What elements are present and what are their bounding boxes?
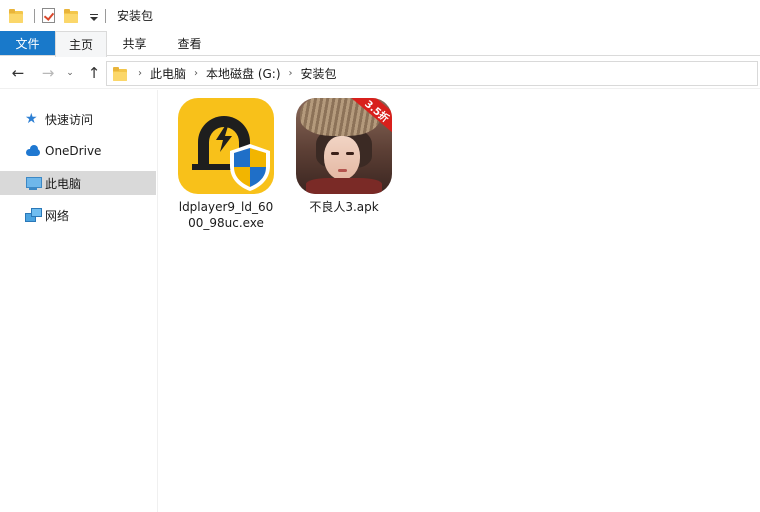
back-arrow-icon[interactable]: ← — [7, 57, 29, 89]
ribbon-tabs: 文件 主页 共享 查看 — [0, 31, 760, 57]
file-name: ldplayer9_ld_6000_98uc.exe — [178, 200, 274, 230]
sidebar-item-label: 快速访问 — [45, 112, 94, 127]
ldplayer-app-icon — [178, 98, 274, 194]
new-folder-icon[interactable] — [64, 8, 80, 23]
customize-toolbar-icon[interactable] — [88, 9, 100, 23]
toolbar-separator — [105, 8, 106, 23]
forward-arrow-icon[interactable]: → — [37, 57, 59, 89]
sidebar-item-quick-access[interactable]: ★ 快速访问 — [0, 107, 156, 131]
cloud-icon — [25, 143, 41, 159]
sidebar-item-network[interactable]: 网络 — [0, 203, 156, 227]
navigation-pane: ★ 快速访问 OneDrive 此电脑 网络 — [0, 90, 158, 512]
sidebar-item-label: 此电脑 — [45, 176, 82, 191]
breadcrumb-separator-icon[interactable]: › — [289, 68, 293, 79]
game-app-icon: 3.5折 — [296, 98, 392, 194]
breadcrumb-separator-icon[interactable]: › — [138, 68, 142, 79]
window-title: 安装包 — [117, 9, 154, 23]
address-bar[interactable]: › 此电脑 › 本地磁盘 (G:) › 安装包 — [106, 61, 758, 86]
breadcrumb-this-pc[interactable]: 此电脑 — [150, 65, 186, 82]
tab-home[interactable]: 主页 — [55, 31, 107, 57]
breadcrumb-current-folder[interactable]: 安装包 — [301, 65, 337, 82]
file-item[interactable]: 3.5折 不良人3.apk — [294, 98, 394, 215]
recent-locations-chevron-icon[interactable]: ⌄ — [62, 57, 78, 89]
folder-icon — [113, 66, 127, 81]
sidebar-item-this-pc[interactable]: 此电脑 — [0, 171, 156, 195]
breadcrumb-separator-icon[interactable]: › — [194, 68, 198, 79]
sidebar-item-onedrive[interactable]: OneDrive — [0, 139, 156, 163]
sidebar-item-label: OneDrive — [45, 144, 102, 158]
uac-shield-icon — [230, 144, 270, 191]
tab-view[interactable]: 查看 — [162, 31, 217, 55]
tab-share[interactable]: 共享 — [107, 31, 162, 55]
file-list[interactable]: ldplayer9_ld_6000_98uc.exe 3.5折 不良人3.apk — [159, 90, 760, 512]
up-arrow-icon[interactable]: ↑ — [83, 57, 105, 89]
network-icon — [25, 207, 42, 223]
computer-icon — [25, 175, 42, 191]
sidebar-item-label: 网络 — [45, 208, 70, 223]
properties-icon[interactable] — [42, 8, 55, 23]
folder-icon — [9, 8, 25, 23]
file-name: 不良人3.apk — [309, 200, 379, 214]
title-bar: 安装包 — [0, 0, 760, 31]
tab-file[interactable]: 文件 — [0, 31, 55, 55]
file-item[interactable]: ldplayer9_ld_6000_98uc.exe — [176, 98, 276, 231]
star-icon: ★ — [25, 111, 38, 127]
toolbar-separator — [34, 8, 35, 23]
navigation-bar: ← → ⌄ ↑ › 此电脑 › 本地磁盘 (G:) › 安装包 — [0, 57, 760, 89]
breadcrumb-local-disk[interactable]: 本地磁盘 (G:) — [206, 65, 281, 82]
